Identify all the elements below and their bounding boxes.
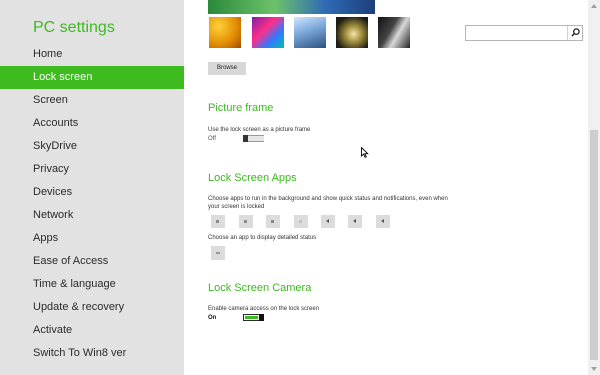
minus-icon [216, 252, 220, 254]
sidebar-item-devices[interactable]: Devices [0, 181, 184, 204]
scrollbar-thumb[interactable] [590, 130, 598, 360]
lock-screen-app-slot[interactable] [348, 215, 362, 228]
browse-button[interactable]: Browse [208, 62, 246, 75]
sidebar-item-network[interactable]: Network [0, 204, 184, 227]
sidebar-item-privacy[interactable]: Privacy [0, 158, 184, 181]
picture-frame-toggle-state: Off [208, 136, 216, 142]
sidebar-item-accounts[interactable]: Accounts [0, 112, 184, 135]
current-background-preview [208, 0, 375, 14]
sidebar-nav: Home Lock screen Screen Accounts SkyDriv… [0, 43, 184, 365]
chevron-left-icon [381, 219, 384, 223]
background-thumbnail-nautilus-shell[interactable] [336, 17, 368, 48]
toggle-fill [245, 316, 258, 319]
sidebar-title: PC settings [33, 19, 115, 36]
lock-screen-camera-toggle-state: On [208, 315, 217, 321]
search-input[interactable] [466, 26, 566, 40]
plus-icon [216, 220, 219, 223]
chevron-left-icon [326, 219, 329, 223]
lock-screen-app-slot[interactable] [294, 215, 308, 228]
picture-frame-description: Use the lock screen as a picture frame [208, 127, 311, 133]
lock-screen-camera-heading: Lock Screen Camera [208, 282, 312, 294]
picture-frame-toggle[interactable] [243, 135, 264, 142]
toggle-track [248, 136, 264, 141]
vertical-scrollbar[interactable] [588, 0, 600, 375]
detailed-status-description: Choose an app to display detailed status [208, 235, 317, 241]
toggle-knob [243, 135, 248, 142]
search-box [465, 25, 583, 41]
lock-screen-app-slot[interactable] [239, 215, 253, 228]
background-thumbnail-honeycomb[interactable] [209, 17, 241, 48]
sidebar-item-apps[interactable]: Apps [0, 227, 184, 250]
toggle-knob [259, 314, 264, 321]
lock-screen-camera-toggle[interactable] [243, 314, 264, 321]
sidebar-item-ease-of-access[interactable]: Ease of Access [0, 250, 184, 273]
scroll-up-arrow-icon[interactable] [588, 0, 600, 12]
sidebar-item-update-recovery[interactable]: Update & recovery [0, 296, 184, 319]
lock-screen-apps-description: Choose apps to run in the background and… [208, 196, 448, 210]
lock-screen-app-slot[interactable] [321, 215, 335, 228]
lock-screen-apps-heading: Lock Screen Apps [208, 172, 297, 184]
lock-screen-app-slot[interactable] [376, 215, 390, 228]
background-thumbnail-piano-keys[interactable] [378, 17, 410, 48]
scroll-down-arrow-icon[interactable] [588, 363, 600, 375]
search-icon [571, 28, 580, 37]
background-thumbnail-glass-tunnel[interactable] [294, 17, 326, 48]
lock-screen-app-slot[interactable] [266, 215, 280, 228]
lock-screen-camera-description: Enable camera access on the lock screen [208, 306, 320, 312]
sidebar-item-activate[interactable]: Activate [0, 319, 184, 342]
chevron-left-icon [353, 219, 356, 223]
plus-icon [299, 220, 302, 223]
plus-icon [244, 220, 247, 223]
sidebar-item-lock-screen[interactable]: Lock screen [0, 66, 184, 89]
picture-frame-heading: Picture frame [208, 102, 274, 114]
sidebar: PC settings Home Lock screen Screen Acco… [0, 0, 184, 375]
sidebar-item-time-language[interactable]: Time & language [0, 273, 184, 296]
search-button[interactable] [567, 26, 582, 40]
sidebar-item-switch-win8[interactable]: Switch To Win8 ver [0, 342, 184, 365]
plus-icon [271, 220, 274, 223]
background-thumbnail-colorful-lines[interactable] [252, 17, 284, 48]
mouse-cursor-icon [361, 147, 369, 158]
lock-screen-app-slot[interactable] [211, 215, 225, 228]
sidebar-item-skydrive[interactable]: SkyDrive [0, 135, 184, 158]
sidebar-item-screen[interactable]: Screen [0, 89, 184, 112]
sidebar-item-home[interactable]: Home [0, 43, 184, 66]
detailed-status-app-slot[interactable] [211, 246, 225, 260]
